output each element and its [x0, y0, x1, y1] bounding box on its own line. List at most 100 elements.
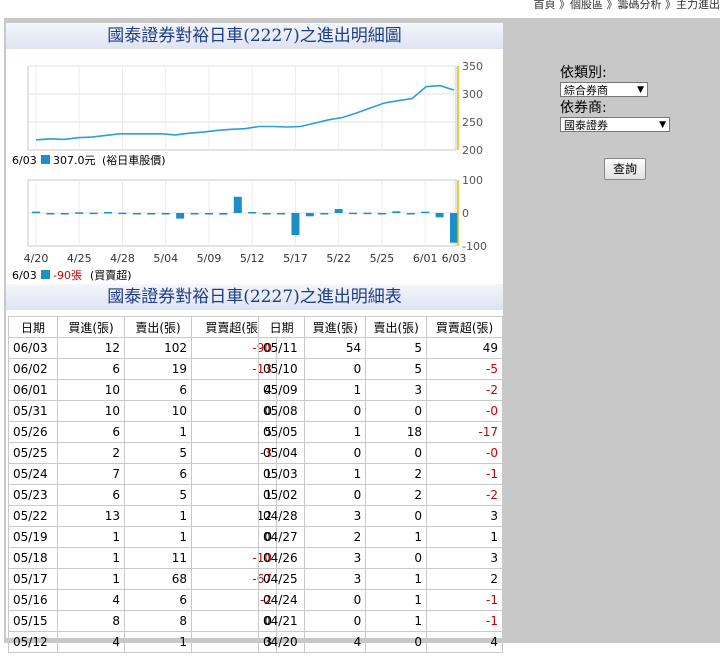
net-bar	[277, 213, 286, 215]
net-bar	[392, 211, 401, 213]
net-bar	[118, 212, 127, 215]
filter-controls: 依類別: 綜合券商 ▼ 依券商: 國泰證券 ▼	[560, 64, 670, 134]
column-header: 日期	[257, 316, 306, 338]
date-cell: 05/25	[8, 442, 58, 464]
net-bar	[147, 213, 156, 215]
net-bar	[233, 196, 242, 213]
buy-cell: 0	[304, 610, 367, 632]
page: 首頁 》個股區 》籌碼分析 》主力進出 國泰證券對裕日車(2227)之進出明細圖…	[0, 0, 720, 666]
buy-cell: 6	[57, 421, 125, 443]
net-bar	[450, 213, 458, 243]
sell-cell: 5	[124, 484, 192, 506]
table-row: 05/19 1 1 0	[8, 526, 277, 548]
x-tick-label: 4/28	[110, 252, 135, 265]
net-bar	[291, 213, 300, 236]
buy-cell: 4	[304, 631, 367, 653]
table-row: 05/23 6 5 1	[8, 484, 277, 506]
table-row: 06/01 10 6 4	[8, 379, 277, 401]
table-row: 05/09 1 3 -2	[257, 379, 503, 401]
date-cell: 04/21	[257, 610, 306, 632]
sell-cell: 8	[124, 610, 192, 632]
table-row: 06/03 12 102 -90	[8, 337, 277, 359]
sell-cell: 19	[124, 358, 192, 380]
date-cell: 05/05	[257, 421, 306, 443]
net-bar	[248, 212, 257, 214]
price-legend-swatch	[41, 155, 50, 164]
price-y-tick-label: 250	[462, 116, 483, 129]
date-cell: 05/10	[257, 358, 306, 380]
sell-cell: 102	[124, 337, 192, 359]
buy-cell: 8	[57, 610, 125, 632]
buy-cell: 12	[57, 337, 125, 359]
date-cell: 05/08	[257, 400, 306, 422]
buy-cell: 2	[304, 526, 367, 548]
buy-cell: 6	[57, 358, 125, 380]
sell-cell: 1	[365, 589, 428, 611]
sell-cell: 18	[365, 421, 428, 443]
sell-cell: 6	[124, 589, 192, 611]
column-header: 買進(張)	[57, 316, 125, 338]
sell-cell: 5	[365, 337, 428, 359]
buy-cell: 0	[304, 358, 367, 380]
table-row: 05/08 0 0 -0	[257, 400, 503, 422]
table-row: 05/26 6 1 5	[8, 421, 277, 443]
net-legend-swatch	[41, 270, 50, 279]
date-cell: 05/04	[257, 442, 306, 464]
date-cell: 05/02	[257, 484, 306, 506]
net-cell: -1	[426, 463, 503, 485]
net-bar	[176, 213, 185, 219]
table-title: 國泰證券對裕日車(2227)之進出明細表	[6, 284, 503, 310]
net-cell: 3	[426, 547, 503, 569]
table-row: 05/03 1 2 -1	[257, 463, 503, 485]
sell-cell: 68	[124, 568, 192, 590]
chart-container: 國泰證券對裕日車(2227)之進出明細圖 350 300 250 200 100 0 -10…	[6, 23, 503, 308]
price-y-tick-label: 350	[462, 60, 483, 73]
x-tick-label: 6/03	[442, 252, 467, 265]
buy-cell: 1	[57, 526, 125, 548]
buy-cell: 0	[304, 484, 367, 506]
net-cell: -0	[426, 442, 503, 464]
net-cell: -0	[426, 400, 503, 422]
buy-cell: 1	[57, 547, 125, 569]
buy-cell: 0	[304, 442, 367, 464]
chart-svg: 3503002502001000-1004/20 4/25 4/28 5/04 5/09…	[12, 60, 487, 282]
date-cell: 04/24	[257, 589, 306, 611]
table-row: 04/26 3 0 3	[257, 547, 503, 569]
net-bar	[334, 209, 343, 213]
sell-cell: 6	[124, 379, 192, 401]
net-bar	[32, 211, 40, 214]
net-cell: -1	[426, 589, 503, 611]
date-cell: 05/19	[8, 526, 58, 548]
category-select[interactable]: 綜合券商 ▼	[560, 82, 648, 97]
sell-cell: 1	[124, 631, 192, 653]
sell-cell: 3	[365, 379, 428, 401]
table-container: 國泰證券對裕日車(2227)之進出明細表 日期 買進(張) 賣出(張) 買賣超(張) …	[6, 284, 503, 653]
x-tick-label: 5/04	[153, 252, 178, 265]
table-row: 06/02 6 19 -13	[8, 358, 277, 380]
date-cell: 05/03	[257, 463, 306, 485]
sell-cell: 0	[365, 631, 428, 653]
buy-cell: 4	[57, 631, 125, 653]
table-row: 05/24 7 6 1	[8, 463, 277, 485]
buy-cell: 6	[57, 484, 125, 506]
column-header: 賣出(張)	[124, 316, 192, 338]
sell-cell: 0	[365, 442, 428, 464]
net-cell: -1	[426, 610, 503, 632]
column-header: 日期	[8, 316, 58, 338]
price-y-tick-label: 300	[462, 88, 483, 101]
net-cell: 49	[426, 337, 503, 359]
query-button[interactable]: 查詢	[604, 158, 646, 180]
net-bar	[305, 213, 314, 217]
sell-cell: 2	[365, 463, 428, 485]
date-cell: 04/26	[257, 547, 306, 569]
sell-cell: 2	[365, 484, 428, 506]
buy-cell: 1	[304, 463, 367, 485]
table-row: 04/20 4 0 4	[257, 631, 503, 653]
x-tick-label: 5/17	[283, 252, 308, 265]
sell-cell: 0	[365, 547, 428, 569]
category-select-value: 綜合券商	[564, 84, 608, 97]
net-legend-name: (買賣超)	[90, 268, 132, 282]
table-row: 04/27 2 1 1	[257, 526, 503, 548]
net-y-tick-label: 0	[462, 207, 469, 220]
broker-select[interactable]: 國泰證券 ▼	[560, 117, 670, 132]
